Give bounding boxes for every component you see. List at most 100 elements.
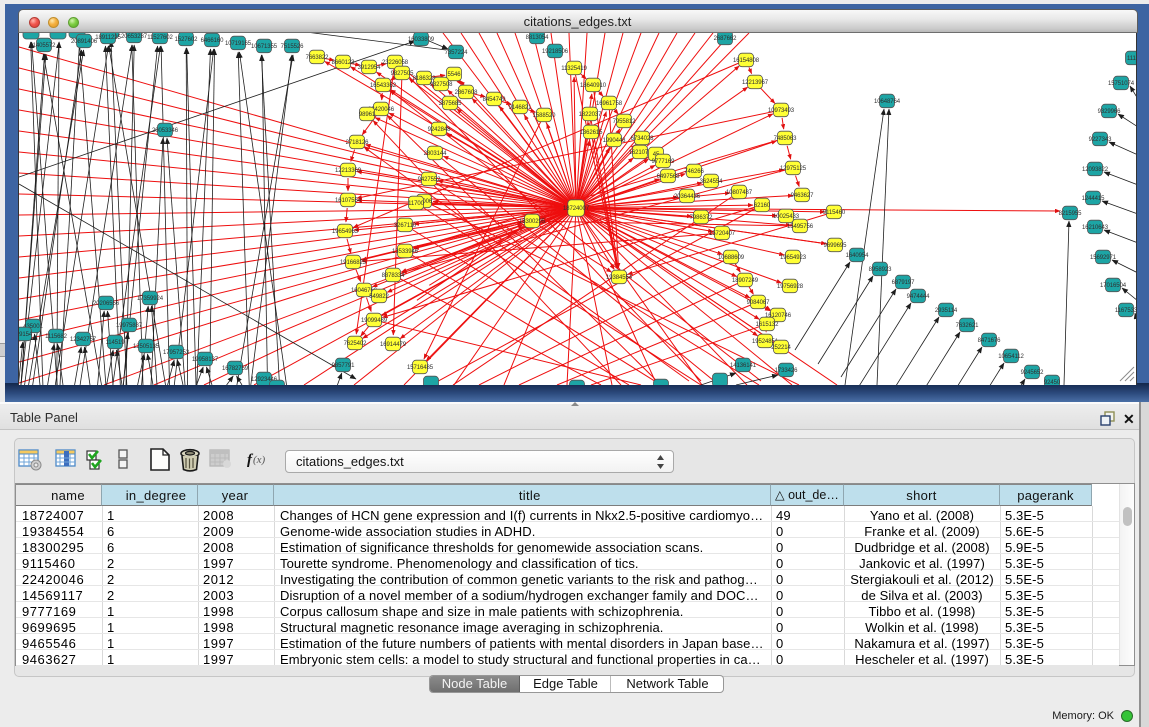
svg-text:9427552: 9427552 [418, 177, 441, 183]
svg-text:1733426: 1733426 [775, 368, 798, 374]
svg-text:114519: 114519 [106, 340, 126, 346]
svg-text:9115460: 9115460 [823, 210, 846, 216]
svg-text:549822: 549822 [369, 294, 389, 300]
svg-text:9227343: 9227343 [1089, 137, 1112, 143]
svg-text:746266: 746266 [684, 169, 704, 175]
svg-text:1405572: 1405572 [33, 43, 56, 49]
svg-text:19218506: 19218506 [542, 49, 569, 55]
svg-text:9242848: 9242848 [428, 127, 451, 133]
svg-text:7955812: 7955812 [613, 119, 636, 125]
svg-text:7515526: 7515526 [281, 44, 304, 50]
svg-text:20364436: 20364436 [674, 194, 701, 200]
svg-text:20653287: 20653287 [121, 34, 148, 40]
svg-text:16107554: 16107554 [335, 198, 362, 204]
svg-text:10973493: 10973493 [768, 108, 795, 114]
svg-text:9827505: 9827505 [391, 71, 414, 77]
svg-text:7663822: 7663822 [306, 55, 329, 61]
svg-text:9245652: 9245652 [1021, 370, 1044, 376]
svg-text:9084067: 9084067 [747, 300, 770, 306]
svg-text:1244415: 1244415 [1082, 196, 1105, 202]
svg-text:12505135: 12505135 [133, 344, 160, 350]
svg-text:19166825: 19166825 [340, 260, 367, 266]
svg-text:19099489: 19099489 [361, 318, 388, 324]
svg-text:6497568: 6497568 [657, 174, 680, 180]
svg-text:17359924: 17359924 [137, 296, 164, 302]
svg-text:11700: 11700 [408, 201, 425, 207]
svg-text:8813054: 8813054 [526, 35, 549, 41]
svg-text:2935114: 2935114 [935, 308, 958, 314]
svg-text:11325419: 11325419 [561, 66, 587, 72]
svg-text:2867608: 2867608 [455, 90, 478, 96]
svg-text:7625402: 7625402 [344, 341, 367, 347]
svg-text:18907249: 18907249 [732, 278, 759, 284]
svg-text:15692971: 15692971 [1090, 255, 1117, 261]
svg-text:1117: 1117 [1127, 56, 1137, 62]
svg-text:2718126: 2718126 [346, 140, 369, 146]
svg-text:18911225: 18911225 [95, 35, 121, 41]
svg-text:9777169: 9777169 [652, 159, 675, 165]
svg-text:8471676: 8471676 [978, 338, 1001, 344]
svg-text:10688609: 10688609 [718, 255, 745, 261]
svg-text:3624554: 3624554 [700, 179, 723, 185]
svg-text:18640910: 18640910 [580, 83, 607, 89]
svg-text:8878334: 8878334 [382, 273, 405, 279]
svg-text:12975125: 12975125 [780, 166, 807, 172]
svg-text:11527602: 11527602 [147, 35, 173, 41]
svg-text:15720407: 15720407 [709, 231, 736, 237]
svg-text:20206556: 20206556 [93, 301, 120, 307]
svg-text:9329966: 9329966 [1098, 109, 1121, 115]
svg-text:5546: 5546 [448, 72, 462, 78]
svg-text:1822037: 1822037 [579, 112, 602, 118]
svg-text:6734028: 6734028 [631, 136, 654, 142]
svg-text:252214: 252214 [771, 345, 791, 351]
svg-text:1990448: 1990448 [603, 138, 626, 144]
svg-text:8215955: 8215955 [1059, 211, 1082, 217]
svg-text:6879197: 6879197 [892, 280, 915, 286]
svg-text:16210643: 16210643 [1082, 225, 1109, 231]
svg-text:16033809: 16033809 [408, 37, 435, 43]
svg-text:9146821: 9146821 [509, 105, 532, 111]
svg-text:6466160: 6466160 [201, 38, 224, 44]
svg-text:1115682: 1115682 [45, 334, 68, 340]
svg-text:39154: 39154 [19, 332, 33, 338]
svg-text:16914479: 16914479 [380, 342, 407, 348]
svg-text:19756928: 19756928 [777, 284, 804, 290]
svg-text:1615132: 1615132 [756, 322, 779, 328]
svg-text:9857791: 9857791 [332, 363, 355, 369]
svg-text:1588520: 1588520 [533, 113, 556, 119]
svg-text:15495756: 15495756 [787, 224, 814, 230]
svg-text:7632621: 7632621 [956, 323, 979, 329]
svg-text:1362615: 1362615 [580, 130, 603, 136]
svg-text:12093822: 12093822 [1082, 167, 1109, 173]
svg-text:98961: 98961 [359, 112, 376, 118]
svg-text:16154808: 16154808 [733, 58, 760, 64]
svg-text:92450: 92450 [1044, 380, 1061, 385]
svg-text:9474444: 9474444 [907, 294, 930, 300]
svg-text:10654112: 10654112 [998, 354, 1024, 360]
svg-text:14136141: 14136141 [730, 363, 757, 369]
svg-text:20053346: 20053346 [152, 128, 179, 134]
svg-text:19654923: 19654923 [780, 255, 807, 261]
svg-text:1640954: 1640954 [846, 253, 869, 259]
svg-text:62160: 62160 [754, 203, 771, 209]
svg-text:3267110: 3267110 [394, 223, 417, 229]
svg-text:10719165: 10719165 [225, 41, 252, 47]
svg-text:3875685: 3875685 [439, 101, 462, 107]
svg-text:19958137: 19958137 [192, 357, 219, 363]
svg-text:9699695: 9699695 [824, 243, 847, 249]
svg-text:7986372: 7986372 [690, 215, 713, 221]
svg-text:10807487: 10807487 [726, 190, 753, 196]
svg-text:12213369: 12213369 [335, 168, 362, 174]
svg-text:10671355: 10671355 [251, 44, 278, 50]
svg-text:19384554: 19384554 [606, 275, 633, 281]
svg-text:8454749: 8454749 [483, 97, 506, 103]
svg-text:15716485: 15716485 [407, 365, 434, 371]
svg-text:3912954: 3912954 [358, 65, 381, 71]
svg-text:15751074: 15751074 [1108, 81, 1135, 87]
svg-text:18300295: 18300295 [519, 219, 546, 225]
svg-text:7485063: 7485063 [774, 136, 797, 142]
svg-text:16961758: 16961758 [596, 101, 623, 107]
svg-text:19654963: 19654963 [332, 229, 359, 235]
svg-text:19975887: 19975887 [116, 323, 143, 329]
svg-text:16543362: 16543362 [370, 83, 397, 89]
